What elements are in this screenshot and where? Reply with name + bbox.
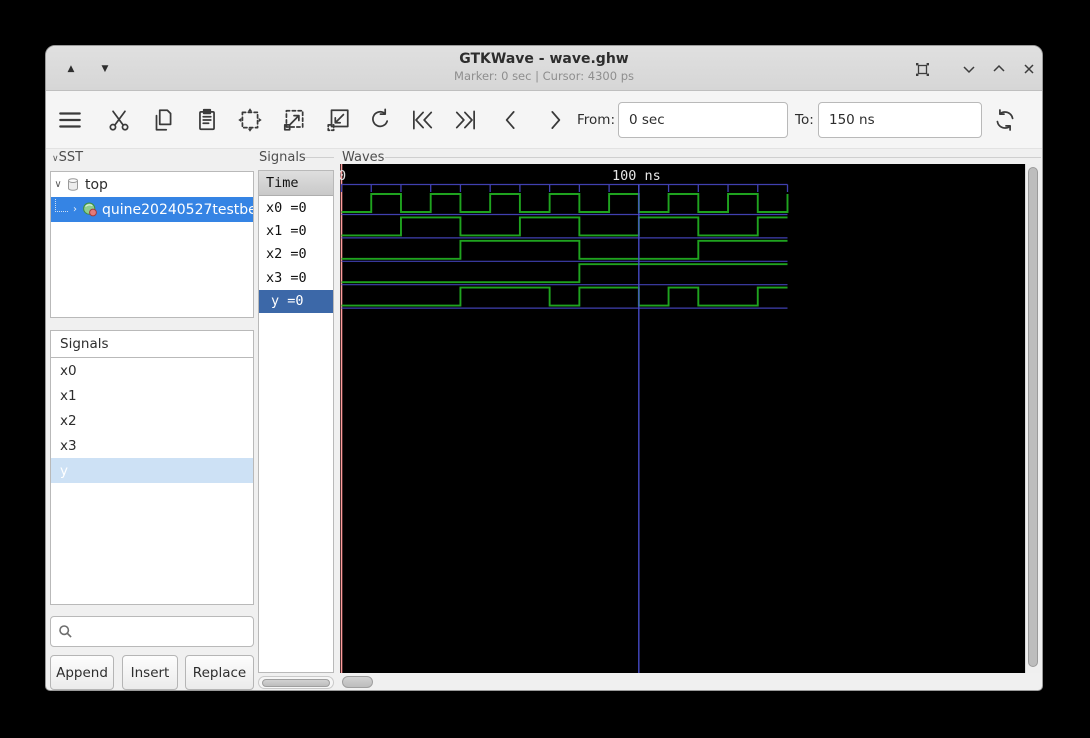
chevron-left-icon bbox=[505, 111, 515, 129]
window-title: GTKWave - wave.ghw bbox=[459, 51, 629, 67]
copy-icon bbox=[155, 109, 172, 131]
zoom-in-button[interactable] bbox=[281, 107, 307, 133]
svg-text:100 ns: 100 ns bbox=[612, 168, 661, 184]
tree-item-quine-testbench[interactable]: › quine20240527testbench bbox=[51, 197, 253, 222]
zoom-out-icon bbox=[327, 109, 349, 132]
signal-row-x1[interactable]: x1 =0 bbox=[259, 219, 333, 242]
maximize-button[interactable] bbox=[989, 59, 1009, 79]
module-cylinder-icon bbox=[68, 178, 78, 191]
zoom-fit-icon bbox=[238, 108, 262, 132]
skip-to-start-icon bbox=[413, 110, 433, 130]
facility-list: x0 x1 x2 x3 y bbox=[50, 357, 254, 605]
menu-button[interactable] bbox=[57, 107, 83, 133]
fullscreen-icon bbox=[915, 62, 929, 76]
shift-left-button[interactable] bbox=[498, 107, 524, 133]
tree-item-label: quine20240527testbench bbox=[102, 201, 253, 218]
undo-icon bbox=[372, 108, 389, 128]
insert-button[interactable]: Insert bbox=[122, 655, 178, 690]
append-button[interactable]: Append bbox=[50, 655, 114, 690]
marker-cursor-status: Marker: 0 sec | Cursor: 4300 ps bbox=[454, 69, 634, 83]
zoom-fit-button[interactable] bbox=[237, 107, 263, 133]
to-input[interactable] bbox=[818, 102, 982, 138]
signal-row-y[interactable]: y =0 bbox=[259, 289, 333, 313]
time-header[interactable]: Time bbox=[259, 171, 333, 196]
fullscreen-button[interactable] bbox=[912, 59, 932, 79]
signal-row-x3[interactable]: x3 =0 bbox=[259, 266, 333, 289]
close-icon bbox=[1024, 64, 1034, 74]
signal-column-hscrollbar[interactable] bbox=[258, 676, 334, 689]
facility-item-y[interactable]: y bbox=[51, 458, 253, 483]
entity-globe-icon bbox=[83, 202, 97, 217]
facility-item-x2[interactable]: x2 bbox=[51, 408, 253, 433]
shift-right-button[interactable] bbox=[542, 107, 568, 133]
titlebar: ▲ ▼ GTKWave - wave.ghw Marker: 0 sec | C… bbox=[46, 46, 1042, 91]
svg-text:0: 0 bbox=[340, 168, 346, 184]
sst-expander-icon[interactable]: ∨ bbox=[52, 154, 59, 164]
facility-item-x1[interactable]: x1 bbox=[51, 383, 253, 408]
expander-chevron-icon[interactable]: ∨ bbox=[51, 179, 65, 190]
facility-item-x3[interactable]: x3 bbox=[51, 433, 253, 458]
facility-item-x0[interactable]: x0 bbox=[51, 358, 253, 383]
scrollbar-thumb[interactable] bbox=[262, 678, 330, 687]
signal-row-x2[interactable]: x2 =0 bbox=[259, 243, 333, 266]
cut-button[interactable] bbox=[106, 107, 132, 133]
hamburger-menu-icon bbox=[59, 112, 81, 128]
waveform-canvas: 0 100 ns bbox=[340, 164, 789, 673]
expander-chevron-icon[interactable]: › bbox=[68, 204, 82, 215]
paste-button[interactable] bbox=[194, 107, 220, 133]
copy-button[interactable] bbox=[150, 107, 176, 133]
facility-header: Signals bbox=[50, 330, 254, 358]
waves-vscrollbar[interactable] bbox=[1025, 164, 1041, 673]
chevron-down-icon bbox=[963, 66, 975, 74]
waves-hscrollbar-thumb[interactable] bbox=[342, 676, 373, 688]
to-label: To: bbox=[795, 112, 814, 128]
waves-frame-line bbox=[385, 157, 1041, 158]
minimize-button[interactable] bbox=[959, 59, 979, 79]
from-label: From: bbox=[577, 112, 615, 128]
chevron-right-icon bbox=[551, 111, 561, 129]
replace-button[interactable]: Replace bbox=[185, 655, 254, 690]
from-input[interactable] bbox=[618, 102, 788, 138]
tree-item-top[interactable]: ∨ top bbox=[51, 172, 253, 197]
sst-tree-panel: ∨ top › quine20240527testbench bbox=[50, 171, 254, 318]
zoom-out-button[interactable] bbox=[325, 107, 351, 133]
gtkwave-window: ▲ ▼ GTKWave - wave.ghw Marker: 0 sec | C… bbox=[45, 45, 1043, 691]
search-icon bbox=[59, 625, 72, 638]
zoom-in-icon bbox=[283, 109, 304, 131]
scrollbar-thumb[interactable] bbox=[1028, 167, 1038, 667]
close-button[interactable] bbox=[1019, 59, 1039, 79]
tree-item-label: top bbox=[85, 176, 108, 193]
sst-frame-label: ∨SST bbox=[52, 150, 84, 165]
toolbar: From: To: bbox=[46, 91, 1042, 149]
clipboard-icon bbox=[199, 108, 215, 131]
signals-frame-line bbox=[304, 157, 334, 158]
skip-to-end-icon bbox=[455, 110, 475, 130]
reload-button[interactable] bbox=[992, 107, 1018, 133]
chevron-up-icon bbox=[993, 64, 1005, 72]
reload-icon bbox=[996, 109, 1014, 131]
tree-connector bbox=[55, 199, 68, 212]
search-input[interactable] bbox=[79, 617, 248, 648]
signals-frame-label: Signals bbox=[259, 150, 306, 165]
zoom-undo-button[interactable] bbox=[367, 107, 393, 133]
signal-search-box bbox=[50, 616, 254, 648]
signal-row-x0[interactable]: x0 =0 bbox=[259, 196, 333, 219]
waveform-area[interactable]: 0 100 ns bbox=[340, 164, 1025, 673]
scissors-icon bbox=[109, 110, 129, 131]
signal-name-column: Time x0 =0 x1 =0 x2 =0 x3 =0 y =0 bbox=[258, 170, 334, 673]
go-to-start-button[interactable] bbox=[409, 107, 435, 133]
facility-header-label: Signals bbox=[60, 336, 109, 352]
go-to-end-button[interactable] bbox=[453, 107, 479, 133]
waves-frame-label: Waves bbox=[342, 150, 385, 165]
